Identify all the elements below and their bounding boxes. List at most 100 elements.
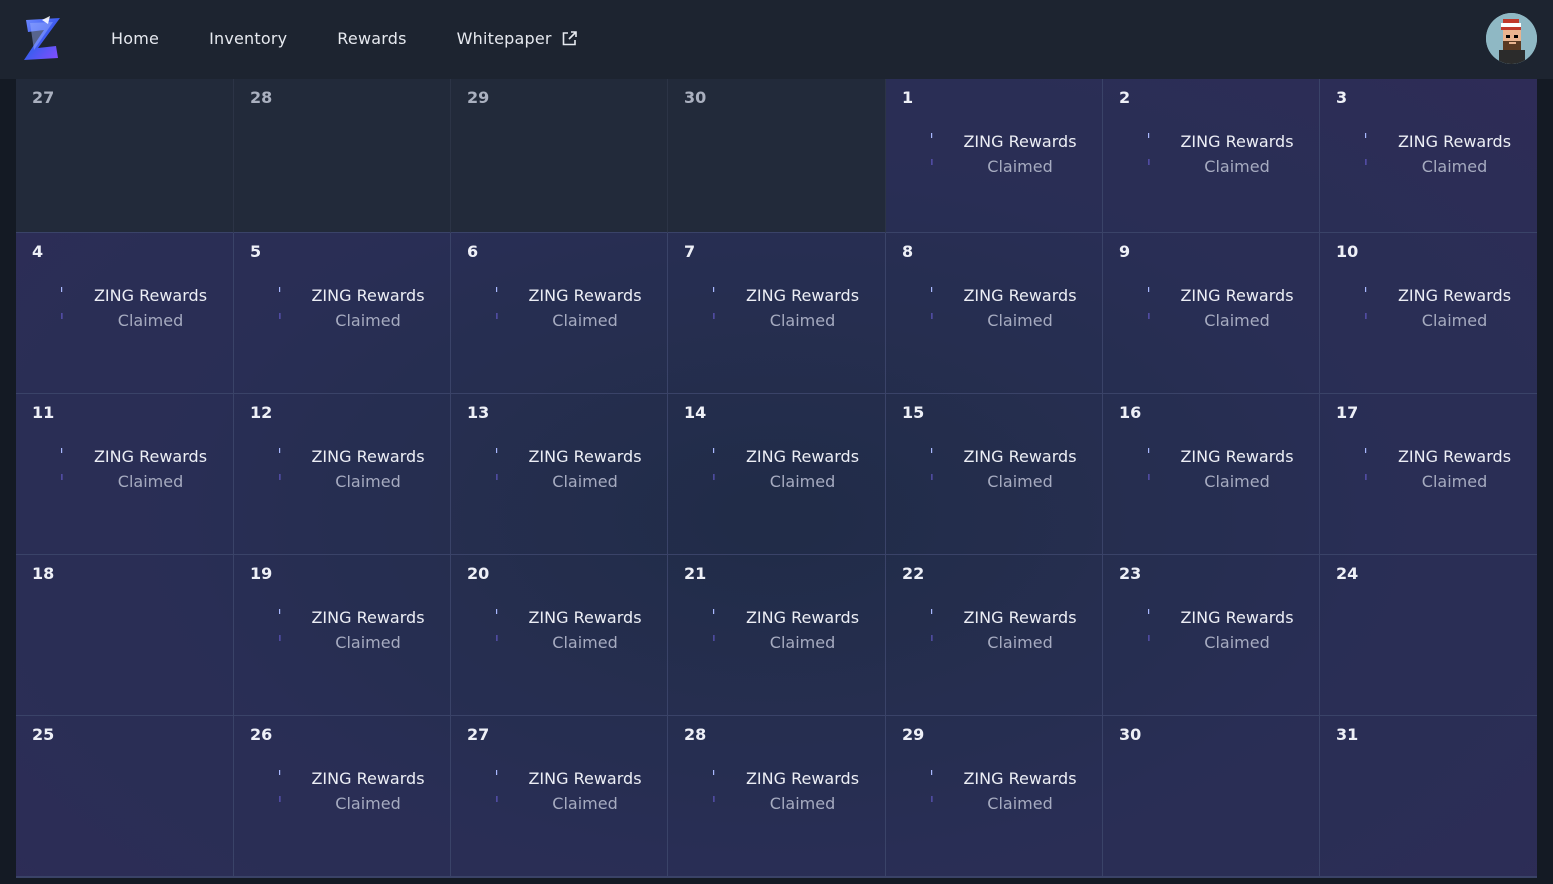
- day-number: 3: [1336, 88, 1348, 107]
- reward-status: Claimed: [987, 157, 1053, 176]
- day-number: 4: [32, 242, 44, 261]
- reward-info: ZING Rewards Claimed: [234, 283, 450, 333]
- nav-home[interactable]: Home: [111, 29, 159, 48]
- reward-status: Claimed: [117, 472, 184, 491]
- reward-title: ZING Rewards: [963, 447, 1077, 466]
- calendar-day-cell[interactable]: 10 ZING Rewards Claimed: [1320, 233, 1537, 394]
- reward-title: ZING Rewards: [311, 769, 425, 788]
- calendar-day-cell[interactable]: 6 ZING Rewards Claimed: [451, 233, 668, 394]
- calendar-day-cell[interactable]: 16 ZING Rewards Claimed: [1103, 394, 1320, 555]
- reward-status: Claimed: [769, 633, 836, 652]
- calendar-day-cell[interactable]: 2 ZING Rewards Claimed: [1103, 79, 1320, 233]
- calendar-day-cell[interactable]: 5 ZING Rewards Claimed: [234, 233, 451, 394]
- day-number: 1: [902, 88, 914, 107]
- reward-status: Claimed: [987, 472, 1053, 491]
- calendar-day-cell[interactable]: 14 ZING Rewards Claimed: [668, 394, 886, 555]
- calendar-day-cell[interactable]: 9 ZING Rewards Claimed: [1103, 233, 1320, 394]
- nav-inventory[interactable]: Inventory: [209, 29, 287, 48]
- calendar-day-cell[interactable]: 26 ZING Rewards Claimed: [234, 716, 451, 877]
- day-number: 5: [250, 242, 262, 261]
- nav-inventory-label: Inventory: [209, 28, 288, 48]
- calendar-day-cell[interactable]: 31: [1320, 716, 1537, 877]
- user-avatar[interactable]: [1486, 13, 1537, 64]
- calendar-day-cell[interactable]: 15 ZING Rewards Claimed: [886, 394, 1103, 555]
- calendar-day-cell[interactable]: 22 ZING Rewards Claimed: [886, 555, 1103, 716]
- reward-status: Claimed: [552, 633, 618, 652]
- reward-status: Claimed: [987, 633, 1053, 652]
- reward-title: ZING Rewards: [963, 132, 1077, 151]
- reward-status: Claimed: [335, 311, 401, 330]
- day-number: 22: [902, 564, 925, 583]
- reward-title: ZING Rewards: [311, 447, 425, 466]
- day-number: 10: [1336, 242, 1359, 261]
- calendar-day-cell[interactable]: 27 ZING Rewards Claimed: [451, 716, 668, 877]
- reward-status: Claimed: [1204, 633, 1270, 652]
- reward-status: Claimed: [1421, 157, 1488, 176]
- reward-title: ZING Rewards: [745, 769, 860, 788]
- calendar-day-cell[interactable]: 4 ZING Rewards Claimed: [16, 233, 234, 394]
- calendar-day-cell[interactable]: 23 ZING Rewards Claimed: [1103, 555, 1320, 716]
- nav-whitepaper[interactable]: Whitepaper: [457, 29, 578, 48]
- reward-info: ZING Rewards Claimed: [886, 605, 1102, 655]
- reward-status: Claimed: [1204, 472, 1270, 491]
- calendar-day-cell[interactable]: 25: [16, 716, 234, 877]
- reward-title: ZING Rewards: [1180, 447, 1294, 466]
- reward-info: ZING Rewards Claimed: [668, 766, 885, 816]
- reward-info: ZING Rewards Claimed: [1320, 283, 1537, 333]
- reward-title: ZING Rewards: [963, 286, 1077, 305]
- reward-title: ZING Rewards: [1397, 286, 1512, 305]
- main-nav: Home Inventory Rewards Whitepaper: [111, 0, 628, 76]
- reward-status: Claimed: [1421, 311, 1488, 330]
- calendar-day-cell[interactable]: 1 ZING Rewards Claimed: [886, 79, 1103, 233]
- reward-title: ZING Rewards: [311, 286, 425, 305]
- top-navigation-bar: Home Inventory Rewards Whitepaper: [0, 0, 1553, 79]
- day-number: 13: [467, 403, 490, 422]
- reward-status: Claimed: [769, 472, 836, 491]
- calendar-day-cell[interactable]: 20 ZING Rewards Claimed: [451, 555, 668, 716]
- nav-rewards[interactable]: Rewards: [337, 29, 406, 48]
- calendar-day-cell[interactable]: 18: [16, 555, 234, 716]
- calendar-day-cell[interactable]: 7 ZING Rewards Claimed: [668, 233, 886, 394]
- calendar-day-cell[interactable]: 24: [1320, 555, 1537, 716]
- reward-info: ZING Rewards Claimed: [451, 444, 667, 494]
- reward-info: ZING Rewards Claimed: [1103, 444, 1319, 494]
- day-number: 20: [467, 564, 490, 583]
- reward-info: ZING Rewards Claimed: [1320, 129, 1537, 179]
- reward-status: Claimed: [987, 794, 1053, 813]
- reward-status: Claimed: [335, 794, 401, 813]
- pixel-avatar-icon: [1486, 13, 1537, 64]
- calendar-day-cell[interactable]: 28: [234, 79, 451, 233]
- day-number: 28: [684, 725, 707, 744]
- calendar-day-cell[interactable]: 21 ZING Rewards Claimed: [668, 555, 886, 716]
- reward-title: ZING Rewards: [1397, 132, 1512, 151]
- day-number: 30: [1119, 725, 1142, 744]
- reward-info: ZING Rewards Claimed: [1103, 605, 1319, 655]
- reward-info: ZING Rewards Claimed: [1320, 444, 1537, 494]
- zing-logo-icon[interactable]: [20, 14, 64, 64]
- calendar-day-cell[interactable]: 27: [16, 79, 234, 233]
- calendar-day-cell[interactable]: 29 ZING Rewards Claimed: [886, 716, 1103, 877]
- day-number: 12: [250, 403, 273, 422]
- reward-title: ZING Rewards: [1180, 132, 1294, 151]
- day-number: 8: [902, 242, 914, 261]
- day-number: 18: [32, 564, 55, 583]
- day-number: 11: [32, 403, 55, 422]
- rewards-calendar: 27 28 29 30 1 ZING Rewards Claimed 2 ZING Reward…: [16, 79, 1537, 878]
- calendar-day-cell[interactable]: 11 ZING Rewards Claimed: [16, 394, 234, 555]
- calendar-day-cell[interactable]: 12 ZING Rewards Claimed: [234, 394, 451, 555]
- calendar-day-cell[interactable]: 30: [1103, 716, 1320, 877]
- calendar-day-cell[interactable]: 28 ZING Rewards Claimed: [668, 716, 886, 877]
- reward-status: Claimed: [117, 311, 184, 330]
- reward-info: ZING Rewards Claimed: [234, 444, 450, 494]
- calendar-day-cell[interactable]: 3 ZING Rewards Claimed: [1320, 79, 1537, 233]
- calendar-day-cell[interactable]: 13 ZING Rewards Claimed: [451, 394, 668, 555]
- day-number: 9: [1119, 242, 1131, 261]
- calendar-day-cell[interactable]: 19 ZING Rewards Claimed: [234, 555, 451, 716]
- calendar-day-cell[interactable]: 29: [451, 79, 668, 233]
- calendar-day-cell[interactable]: 30: [668, 79, 886, 233]
- calendar-day-cell[interactable]: 17 ZING Rewards Claimed: [1320, 394, 1537, 555]
- reward-info: ZING Rewards Claimed: [886, 129, 1102, 179]
- reward-status: Claimed: [769, 794, 836, 813]
- reward-title: ZING Rewards: [745, 286, 860, 305]
- calendar-day-cell[interactable]: 8 ZING Rewards Claimed: [886, 233, 1103, 394]
